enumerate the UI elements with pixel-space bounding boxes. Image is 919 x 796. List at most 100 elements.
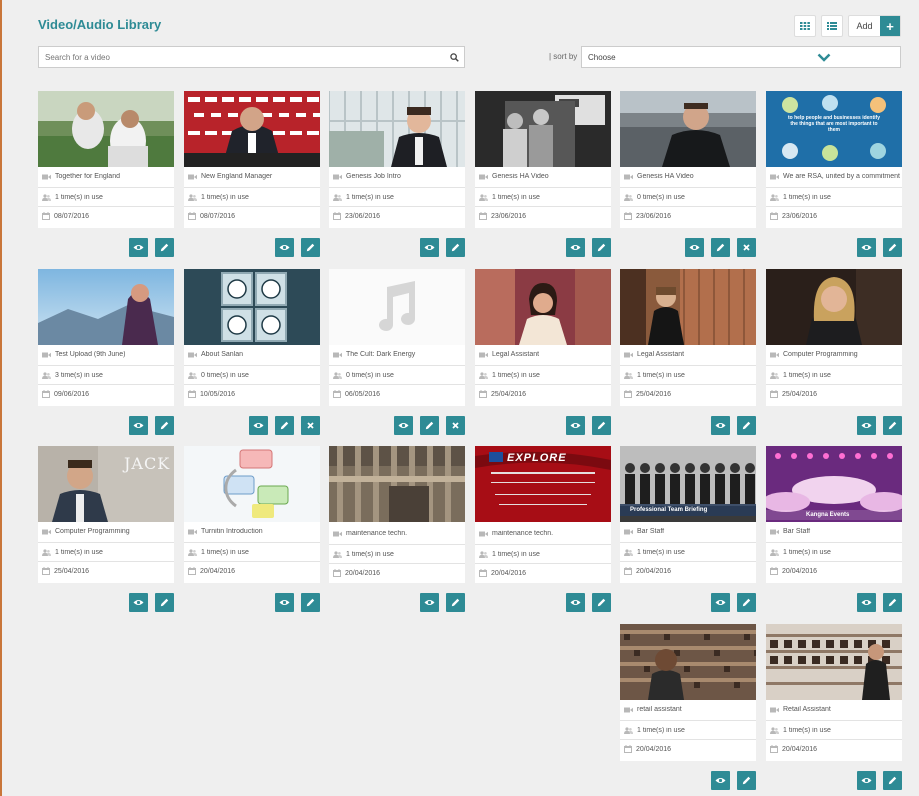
delete-button[interactable] [301, 416, 320, 435]
video-card[interactable]: JACK Computer Programming 1 time(s) in u… [38, 446, 174, 583]
delete-button[interactable] [737, 238, 756, 257]
video-thumbnail[interactable] [329, 446, 465, 522]
video-thumbnail[interactable] [38, 91, 174, 167]
video-card[interactable]: Genesis HA Video 0 time(s) in use 23/06/… [620, 91, 756, 228]
video-card[interactable]: Retail Assistant 1 time(s) in use 20/04/… [766, 624, 902, 761]
video-thumbnail[interactable] [620, 624, 756, 700]
view-button[interactable] [857, 238, 876, 257]
grid-view-button[interactable] [794, 15, 816, 37]
video-card[interactable]: Together for England 1 time(s) in use 08… [38, 91, 174, 228]
video-card[interactable]: Turnitin Introduction 1 time(s) in use 2… [184, 446, 320, 583]
video-card[interactable]: Test Upload (9th June) 3 time(s) in use … [38, 269, 174, 406]
edit-button[interactable] [592, 593, 611, 612]
video-thumbnail[interactable]: JACK [38, 446, 174, 522]
video-card[interactable]: About Sanlan 0 time(s) in use 10/05/2016 [184, 269, 320, 406]
search-icon[interactable] [444, 52, 464, 62]
video-thumbnail[interactable] [766, 624, 902, 700]
video-card[interactable]: Computer Programming 1 time(s) in use 25… [766, 269, 902, 406]
edit-button[interactable] [883, 238, 902, 257]
edit-button[interactable] [737, 593, 756, 612]
calendar-icon [624, 212, 632, 220]
list-view-button[interactable] [821, 15, 843, 37]
search-input[interactable] [39, 52, 444, 62]
video-thumbnail[interactable] [620, 269, 756, 345]
video-thumbnail[interactable]: EXPLORE [475, 446, 611, 522]
video-icon [624, 529, 633, 534]
video-card[interactable]: Genesis HA Video 1 time(s) in use 23/06/… [475, 91, 611, 228]
edit-button[interactable] [737, 416, 756, 435]
upload-date: 20/04/2016 [636, 745, 672, 753]
video-card[interactable]: maintenance techn. 1 time(s) in use 20/0… [329, 446, 465, 583]
view-button[interactable] [566, 238, 585, 257]
video-thumbnail[interactable]: Professional Team Briefing [620, 446, 756, 522]
video-card[interactable]: to help people and businesses identify t… [766, 91, 902, 228]
edit-button[interactable] [301, 593, 320, 612]
video-card[interactable]: EXPLORE maintenance techn. 1 time(s) in … [475, 446, 611, 583]
sort-select[interactable]: Choose [581, 46, 901, 68]
video-thumbnail[interactable] [329, 269, 465, 345]
view-button[interactable] [129, 593, 148, 612]
edit-button[interactable] [446, 593, 465, 612]
view-button[interactable] [420, 238, 439, 257]
video-card[interactable]: Legal Assistant 1 time(s) in use 25/04/2… [475, 269, 611, 406]
edit-button[interactable] [737, 771, 756, 790]
add-button[interactable]: Add + [848, 15, 901, 37]
view-button[interactable] [129, 238, 148, 257]
video-card[interactable]: Professional Team Briefing Bar Staff 1 t… [620, 446, 756, 583]
view-button[interactable] [275, 593, 294, 612]
video-thumbnail[interactable] [184, 91, 320, 167]
video-thumbnail[interactable] [184, 446, 320, 522]
usage-count: 0 time(s) in use [346, 372, 394, 379]
video-thumbnail[interactable] [620, 91, 756, 167]
upload-date: 09/06/2016 [54, 390, 90, 398]
edit-button[interactable] [155, 593, 174, 612]
edit-button[interactable] [420, 416, 439, 435]
eye-icon [398, 423, 409, 428]
edit-button[interactable] [592, 416, 611, 435]
video-title: Genesis Job Intro [346, 173, 401, 180]
view-button[interactable] [711, 771, 730, 790]
view-button[interactable] [420, 593, 439, 612]
view-button[interactable] [249, 416, 268, 435]
view-button[interactable] [129, 416, 148, 435]
video-card[interactable]: Legal Assistant 1 time(s) in use 25/04/2… [620, 269, 756, 406]
upload-date: 20/04/2016 [491, 569, 527, 577]
view-button[interactable] [857, 593, 876, 612]
video-thumbnail[interactable] [475, 269, 611, 345]
video-thumbnail[interactable] [475, 91, 611, 167]
video-card[interactable]: retail assistant 1 time(s) in use 20/04/… [620, 624, 756, 761]
edit-button[interactable] [711, 238, 730, 257]
view-button[interactable] [685, 238, 704, 257]
edit-button[interactable] [883, 416, 902, 435]
video-thumbnail[interactable]: Kangna Events [766, 446, 902, 522]
video-thumbnail[interactable]: to help people and businesses identify t… [766, 91, 902, 167]
video-card[interactable]: New England Manager 1 time(s) in use 08/… [184, 91, 320, 228]
video-card[interactable]: The Cult: Dark Energy 0 time(s) in use 0… [329, 269, 465, 406]
video-thumbnail[interactable] [766, 269, 902, 345]
delete-button[interactable] [446, 416, 465, 435]
edit-button[interactable] [883, 771, 902, 790]
view-button[interactable] [566, 593, 585, 612]
video-thumbnail[interactable] [329, 91, 465, 167]
video-thumbnail[interactable] [184, 269, 320, 345]
video-card[interactable]: Genesis Job Intro 1 time(s) in use 23/06… [329, 91, 465, 228]
usage-count: 0 time(s) in use [637, 194, 685, 201]
divider [475, 384, 611, 385]
edit-button[interactable] [301, 238, 320, 257]
view-button[interactable] [857, 771, 876, 790]
edit-button[interactable] [592, 238, 611, 257]
edit-button[interactable] [446, 238, 465, 257]
view-button[interactable] [394, 416, 413, 435]
edit-button[interactable] [155, 416, 174, 435]
video-thumbnail[interactable] [38, 269, 174, 345]
view-button[interactable] [566, 416, 585, 435]
edit-button[interactable] [275, 416, 294, 435]
view-button[interactable] [711, 416, 730, 435]
view-button[interactable] [711, 593, 730, 612]
pencil-icon [280, 421, 289, 430]
view-button[interactable] [857, 416, 876, 435]
video-card[interactable]: Kangna Events Bar Staff 1 time(s) in use… [766, 446, 902, 583]
edit-button[interactable] [155, 238, 174, 257]
view-button[interactable] [275, 238, 294, 257]
edit-button[interactable] [883, 593, 902, 612]
